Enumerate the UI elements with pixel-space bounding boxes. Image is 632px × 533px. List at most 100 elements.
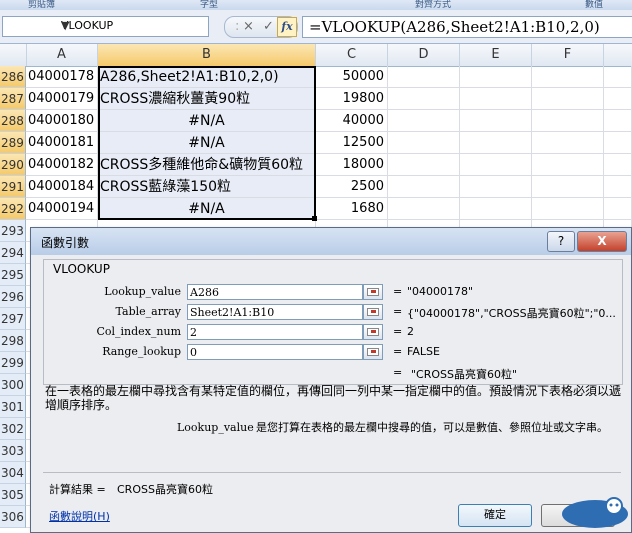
cell-a[interactable]: 04000184 bbox=[26, 176, 98, 198]
cancel-formula-icon[interactable]: × bbox=[243, 19, 254, 34]
insert-function-icon[interactable]: fx bbox=[277, 17, 297, 37]
cell-e[interactable] bbox=[460, 88, 532, 110]
cell-f[interactable] bbox=[532, 154, 604, 176]
cell-e[interactable] bbox=[460, 66, 532, 88]
row-header[interactable]: 300 bbox=[0, 374, 26, 396]
argument-eq: = bbox=[393, 305, 403, 318]
cell-e[interactable] bbox=[460, 132, 532, 154]
collapse-dialog-icon[interactable] bbox=[363, 324, 383, 340]
cell-f[interactable] bbox=[532, 198, 604, 220]
cell-f[interactable] bbox=[532, 110, 604, 132]
column-header-g[interactable] bbox=[604, 44, 632, 66]
cell-d[interactable] bbox=[388, 110, 460, 132]
cell-g[interactable] bbox=[604, 176, 632, 198]
cell-f[interactable] bbox=[532, 66, 604, 88]
row-header[interactable]: 294 bbox=[0, 242, 26, 264]
row-header[interactable]: 286 bbox=[0, 66, 26, 88]
row-header[interactable]: 299 bbox=[0, 352, 26, 374]
row-header[interactable]: 302 bbox=[0, 418, 26, 440]
argument-input[interactable]: A286 bbox=[187, 284, 363, 300]
row-header[interactable]: 292 bbox=[0, 198, 26, 220]
row-header[interactable]: 289 bbox=[0, 132, 26, 154]
cell-d[interactable] bbox=[388, 176, 460, 198]
cell-d[interactable] bbox=[388, 132, 460, 154]
argument-input[interactable]: Sheet2!A1:B10 bbox=[187, 304, 363, 320]
cell-e[interactable] bbox=[460, 110, 532, 132]
cell-c[interactable]: 12500 bbox=[316, 132, 388, 154]
row-header[interactable]: 287 bbox=[0, 88, 26, 110]
cell-g[interactable] bbox=[604, 154, 632, 176]
ribbon-group-alignment[interactable]: 對齊方式 bbox=[415, 0, 451, 10]
cell-d[interactable] bbox=[388, 88, 460, 110]
cell-a[interactable]: 04000181 bbox=[26, 132, 98, 154]
cell-f[interactable] bbox=[532, 88, 604, 110]
row-header[interactable]: 306 bbox=[0, 506, 26, 528]
collapse-dialog-icon[interactable] bbox=[363, 344, 383, 360]
row-header[interactable]: 301 bbox=[0, 396, 26, 418]
enter-formula-icon[interactable]: ✓ bbox=[263, 19, 274, 34]
cell-a[interactable]: 04000180 bbox=[26, 110, 98, 132]
collapse-dialog-icon[interactable] bbox=[363, 284, 383, 300]
cell-c[interactable]: 50000 bbox=[316, 66, 388, 88]
row-header[interactable]: 304 bbox=[0, 462, 26, 484]
argument-label: Table_array bbox=[115, 305, 181, 318]
collapse-dialog-icon[interactable] bbox=[363, 304, 383, 320]
cell-g[interactable] bbox=[604, 198, 632, 220]
row-header[interactable]: 290 bbox=[0, 154, 26, 176]
cell-g[interactable] bbox=[604, 110, 632, 132]
cell-g[interactable] bbox=[604, 88, 632, 110]
column-header-b[interactable]: B bbox=[98, 44, 316, 66]
column-header-e[interactable]: E bbox=[460, 44, 532, 66]
cell-e[interactable] bbox=[460, 154, 532, 176]
argument-input[interactable]: 0 bbox=[187, 344, 363, 360]
argument-eq: = bbox=[393, 345, 403, 358]
ok-button[interactable]: 確定 bbox=[458, 504, 532, 527]
row-header[interactable]: 295 bbox=[0, 264, 26, 286]
row-header[interactable]: 297 bbox=[0, 308, 26, 330]
close-button[interactable]: X bbox=[577, 231, 627, 252]
argument-evaluated-value: {"04000178","CROSS晶亮寶60粒";"0... bbox=[407, 307, 616, 320]
cell-e[interactable] bbox=[460, 198, 532, 220]
cell-a[interactable]: 04000179 bbox=[26, 88, 98, 110]
row-header[interactable]: 305 bbox=[0, 484, 26, 506]
cell-a[interactable]: 04000178 bbox=[26, 66, 98, 88]
row-header[interactable]: 293 bbox=[0, 220, 26, 242]
help-button[interactable]: ? bbox=[547, 231, 575, 252]
cell-g[interactable] bbox=[604, 132, 632, 154]
ribbon-group-number[interactable]: 數值 bbox=[585, 0, 603, 10]
column-header-c[interactable]: C bbox=[316, 44, 388, 66]
column-header-f[interactable]: F bbox=[532, 44, 604, 66]
argument-input[interactable]: 2 bbox=[187, 324, 363, 340]
fill-handle[interactable] bbox=[312, 216, 317, 221]
function-arguments-dialog: 函數引數 ? X VLOOKUP = "CROSS晶亮寶60粒" 在一表格的最左… bbox=[30, 227, 632, 533]
row-header[interactable]: 288 bbox=[0, 110, 26, 132]
cell-d[interactable] bbox=[388, 198, 460, 220]
row-header[interactable]: 303 bbox=[0, 440, 26, 462]
cell-c[interactable]: 19800 bbox=[316, 88, 388, 110]
cell-f[interactable] bbox=[532, 132, 604, 154]
column-header-a[interactable]: A bbox=[26, 44, 98, 66]
formula-input[interactable]: =VLOOKUP(A286,Sheet2!A1:B10,2,0) bbox=[302, 16, 632, 38]
ribbon-group-clipboard[interactable]: 剪貼簿 bbox=[28, 0, 55, 10]
cell-c[interactable]: 18000 bbox=[316, 154, 388, 176]
select-all-corner[interactable] bbox=[0, 44, 27, 66]
cell-e[interactable] bbox=[460, 176, 532, 198]
cell-c[interactable]: 2500 bbox=[316, 176, 388, 198]
cell-g[interactable] bbox=[604, 66, 632, 88]
name-box[interactable]: VLOOKUP ▼ bbox=[2, 16, 209, 37]
column-header-d[interactable]: D bbox=[388, 44, 460, 66]
cell-c[interactable]: 40000 bbox=[316, 110, 388, 132]
cell-d[interactable] bbox=[388, 66, 460, 88]
function-help-link[interactable]: 函數說明(H) bbox=[49, 508, 110, 524]
cell-d[interactable] bbox=[388, 154, 460, 176]
ribbon-group-font[interactable]: 字型 bbox=[200, 0, 218, 10]
row-header[interactable]: 291 bbox=[0, 176, 26, 198]
chevron-down-icon[interactable]: ▼ bbox=[61, 19, 204, 32]
cell-f[interactable] bbox=[532, 176, 604, 198]
dialog-titlebar[interactable]: 函數引數 ? X bbox=[31, 228, 631, 255]
cell-c[interactable]: 1680 bbox=[316, 198, 388, 220]
cell-a[interactable]: 04000182 bbox=[26, 154, 98, 176]
row-header[interactable]: 296 bbox=[0, 286, 26, 308]
cell-a[interactable]: 04000194 bbox=[26, 198, 98, 220]
row-header[interactable]: 298 bbox=[0, 330, 26, 352]
